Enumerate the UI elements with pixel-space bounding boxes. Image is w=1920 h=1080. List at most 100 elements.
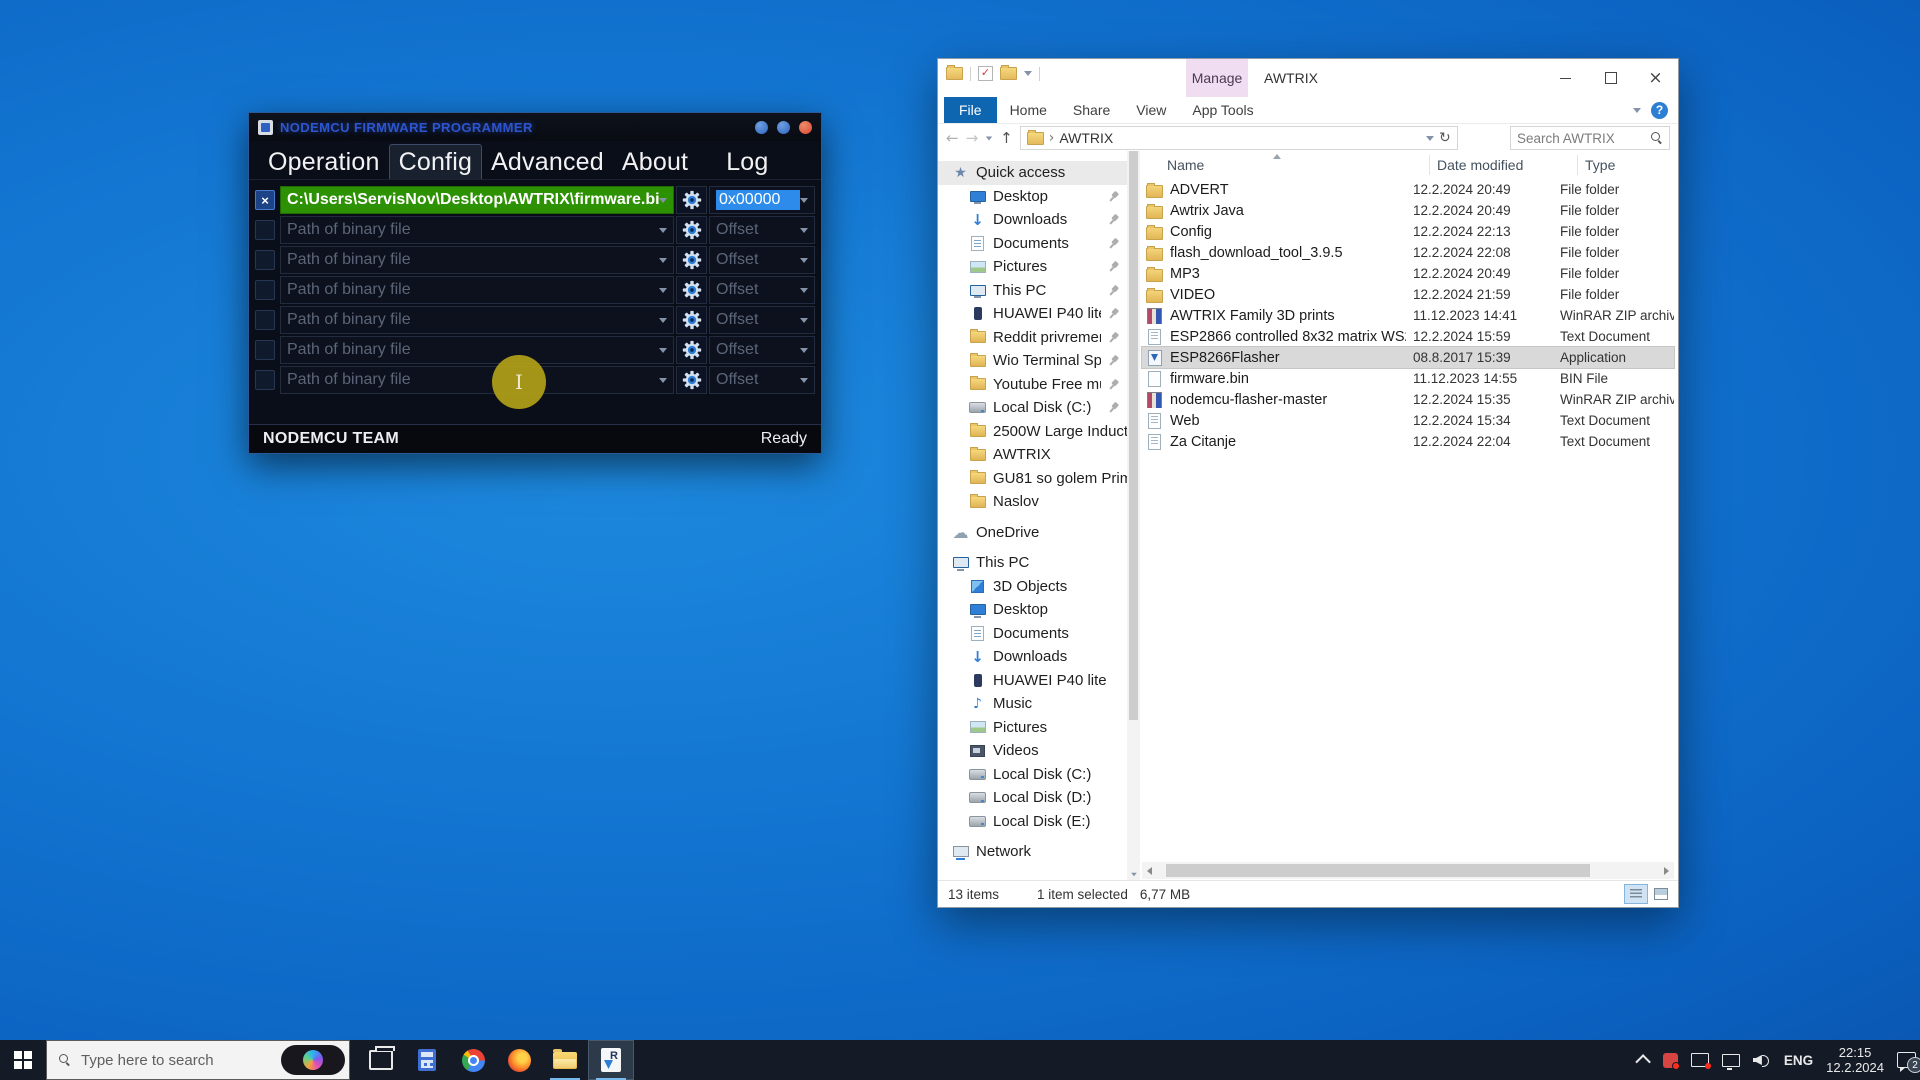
gear-button[interactable] (676, 186, 707, 214)
binary-path-input[interactable]: Path of binary file (280, 216, 674, 244)
offset-input[interactable]: Offset (709, 246, 815, 274)
sidebar-item-downloads[interactable]: Downloads (938, 208, 1127, 232)
sidebar-section-network[interactable]: Network (938, 840, 1127, 864)
gear-button[interactable] (676, 306, 707, 334)
speaker-icon[interactable] (1753, 1053, 1771, 1067)
minimize-button[interactable] (1543, 59, 1588, 97)
slot-checkbox[interactable] (255, 250, 275, 270)
nodemcu-maximize-button[interactable] (777, 121, 790, 134)
offset-input[interactable]: Offset (709, 216, 815, 244)
gear-button[interactable] (676, 246, 707, 274)
sidebar-item-local-disk-e-[interactable]: Local Disk (E:) (938, 810, 1127, 834)
language-indicator[interactable]: ENG (1784, 1053, 1813, 1068)
sidebar-section-this-pc[interactable]: This PC (938, 551, 1127, 575)
back-button[interactable]: ← (946, 131, 959, 146)
gear-button[interactable] (676, 216, 707, 244)
scroll-left-icon[interactable] (1147, 867, 1152, 875)
address-input[interactable]: › AWTRIX ↻ (1020, 126, 1458, 150)
file-row[interactable]: ESP2866 controlled 8x32 matrix WS2812 L.… (1142, 326, 1674, 347)
chevron-down-icon[interactable] (659, 228, 667, 233)
calculator-button[interactable] (404, 1040, 450, 1080)
file-row[interactable]: Awtrix Java12.2.2024 20:49File folder (1142, 200, 1674, 221)
file-row[interactable]: ADVERT12.2.2024 20:49File folder (1142, 179, 1674, 200)
file-row[interactable]: Za Citanje12.2.2024 22:04Text Document (1142, 431, 1674, 452)
search-input[interactable]: Search AWTRIX (1510, 126, 1670, 150)
chevron-down-icon[interactable] (800, 318, 808, 323)
sidebar-item-reddit-privremeni2[interactable]: Reddit privremeni2 (938, 326, 1127, 350)
sidebar-item-desktop[interactable]: Desktop (938, 185, 1127, 209)
qat-customize-chevron-icon[interactable] (1024, 71, 1032, 76)
file-row[interactable]: MP312.2.2024 20:49File folder (1142, 263, 1674, 284)
binary-path-input[interactable]: Path of binary file (280, 276, 674, 304)
task-view-button[interactable] (358, 1040, 404, 1080)
nm-tab-config[interactable]: Config (389, 144, 482, 179)
chevron-down-icon[interactable] (800, 378, 808, 383)
details-view-button[interactable] (1625, 885, 1647, 903)
gear-button[interactable] (676, 276, 707, 304)
nodemcu-titlebar[interactable]: NODEMCU FIRMWARE PROGRAMMER (249, 113, 821, 141)
hscroll-thumb[interactable] (1166, 864, 1590, 877)
gear-button[interactable] (676, 366, 707, 394)
help-button[interactable]: ? (1651, 102, 1668, 119)
file-row[interactable]: ESP8266Flasher08.8.2017 15:39Application (1142, 347, 1674, 368)
sidebar-item-huawei-p40-lite[interactable]: HUAWEI P40 lite (938, 669, 1127, 693)
slot-checkbox[interactable] (255, 220, 275, 240)
start-button[interactable] (0, 1040, 46, 1080)
gear-button[interactable] (676, 336, 707, 364)
up-button[interactable]: ↑ (1000, 131, 1013, 146)
ribbon-tab-file[interactable]: File (944, 97, 997, 123)
binary-path-input[interactable]: C:\Users\ServisNov\Desktop\AWTRIX\firmwa… (280, 186, 674, 214)
binary-path-input[interactable]: Path of binary file (280, 336, 674, 364)
nm-tab-operation[interactable]: Operation (259, 145, 389, 179)
sidebar-item-huawei-p40-lite[interactable]: HUAWEI P40 lite (938, 302, 1127, 326)
sidebar-item-this-pc[interactable]: This PC (938, 279, 1127, 303)
scroll-right-icon[interactable] (1664, 867, 1669, 875)
chevron-down-icon[interactable] (659, 378, 667, 383)
chevron-down-icon[interactable] (659, 198, 667, 203)
file-row[interactable]: Web12.2.2024 15:34Text Document (1142, 410, 1674, 431)
slot-checkbox[interactable]: × (255, 190, 275, 210)
nav-scroll-down-icon[interactable] (1131, 873, 1137, 877)
file-row[interactable]: AWTRIX Family 3D prints11.12.2023 14:41W… (1142, 305, 1674, 326)
nav-scrollbar[interactable] (1127, 151, 1140, 881)
sidebar-section-onedrive[interactable]: OneDrive (938, 521, 1127, 545)
maximize-button[interactable] (1588, 59, 1633, 97)
column-header-type[interactable]: Type (1577, 155, 1674, 175)
sidebar-item-music[interactable]: Music (938, 692, 1127, 716)
sidebar-item-2500w-large-induction-h[interactable]: 2500W Large Induction H (938, 420, 1127, 444)
nm-tab-advanced[interactable]: Advanced (482, 145, 613, 179)
screenshare-tray-icon[interactable] (1691, 1053, 1709, 1067)
file-row[interactable]: VIDEO12.2.2024 21:59File folder (1142, 284, 1674, 305)
file-row[interactable]: flash_download_tool_3.9.512.2.2024 22:08… (1142, 242, 1674, 263)
sidebar-item-documents[interactable]: Documents (938, 232, 1127, 256)
sidebar-item-awtrix[interactable]: AWTRIX (938, 443, 1127, 467)
chevron-down-icon[interactable] (800, 288, 808, 293)
sidebar-item-documents[interactable]: Documents (938, 622, 1127, 646)
slot-checkbox[interactable] (255, 340, 275, 360)
ribbon-tab-share[interactable]: Share (1060, 97, 1123, 123)
file-row[interactable]: Config12.2.2024 22:13File folder (1142, 221, 1674, 242)
nodemcu-close-button[interactable] (799, 121, 812, 134)
firefox-button[interactable] (496, 1040, 542, 1080)
sidebar-item-local-disk-c-[interactable]: Local Disk (C:) (938, 763, 1127, 787)
column-header-name[interactable]: Name (1140, 155, 1429, 175)
refresh-icon[interactable]: ↻ (1439, 130, 1451, 146)
offset-input[interactable]: Offset (709, 366, 815, 394)
properties-icon[interactable]: ✓ (978, 66, 993, 81)
sidebar-item-downloads[interactable]: Downloads (938, 645, 1127, 669)
nodemcu-flasher-button[interactable] (588, 1040, 634, 1080)
sidebar-item-naslov[interactable]: Naslov (938, 490, 1127, 514)
sidebar-section-quick-access[interactable]: Quick access (938, 161, 1127, 185)
slot-checkbox[interactable] (255, 280, 275, 300)
sidebar-item-local-disk-d-[interactable]: Local Disk (D:) (938, 786, 1127, 810)
ribbon-tab-home[interactable]: Home (997, 97, 1060, 123)
display-network-tray-icon[interactable] (1722, 1054, 1740, 1067)
chevron-down-icon[interactable] (659, 258, 667, 263)
offset-input[interactable]: Offset (709, 336, 815, 364)
breadcrumb[interactable]: AWTRIX (1059, 130, 1113, 146)
explorer-button[interactable] (542, 1040, 588, 1080)
binary-path-input[interactable]: Path of binary file (280, 306, 674, 334)
thumbnails-view-button[interactable] (1650, 885, 1672, 903)
slot-checkbox[interactable] (255, 370, 275, 390)
file-row[interactable]: nodemcu-flasher-master12.2.2024 15:35Win… (1142, 389, 1674, 410)
